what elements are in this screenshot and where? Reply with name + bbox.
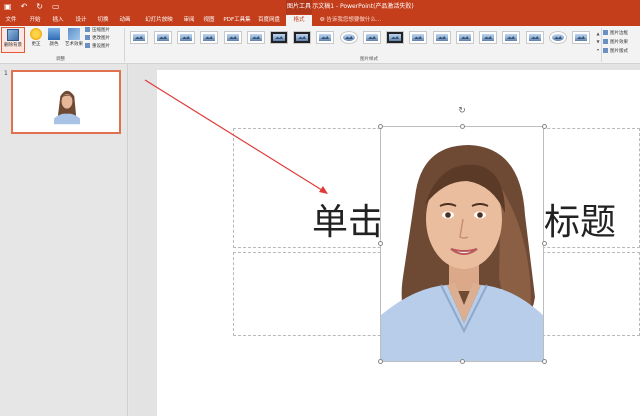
annotation-arrow xyxy=(144,79,328,194)
powerpoint-window: ▣ ↶ ↻ ▭ 演示文稿1 - PowerPoint(产品激活失败) 图片工具 … xyxy=(0,0,640,416)
